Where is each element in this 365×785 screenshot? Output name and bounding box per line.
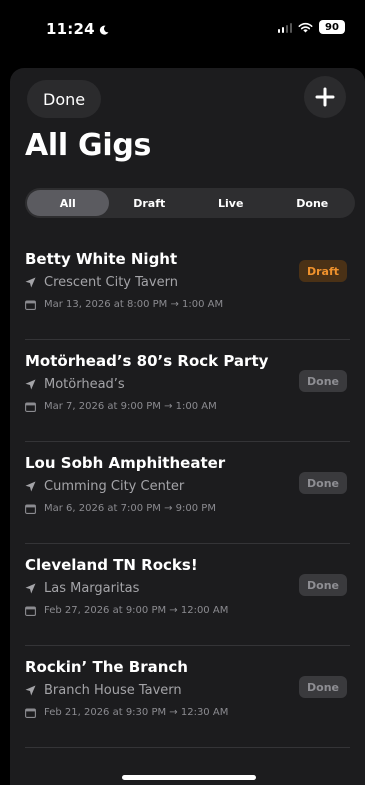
status-badge-label: Done [307, 476, 339, 490]
location-arrow-icon [25, 277, 36, 288]
gig-venue-label: Crescent City Tavern [44, 275, 178, 290]
plus-icon [315, 87, 335, 107]
gig-name: Lou Sobh Amphitheater [25, 454, 226, 472]
gig-name: Betty White Night [25, 250, 178, 268]
status-badge-label: Done [307, 578, 339, 592]
status-badge: Done [299, 472, 347, 494]
filter-label: Done [296, 196, 329, 210]
filter-live[interactable]: Live [190, 190, 272, 216]
calendar-icon [25, 707, 36, 718]
gig-date: Feb 21, 2026 at 9:30 PM → 12:30 AM [25, 707, 228, 718]
gig-name: Motörhead’s 80’s Rock Party [25, 352, 269, 370]
calendar-icon [25, 401, 36, 412]
cellular-signal-icon [277, 22, 292, 33]
filter-all[interactable]: All [27, 190, 109, 216]
location-arrow-icon [25, 583, 36, 594]
status-badge: Draft [298, 260, 347, 282]
gig-venue-label: Motörhead’s [44, 377, 125, 392]
calendar-icon [25, 503, 36, 514]
gig-date-label: Mar 13, 2026 at 8:00 PM → 1:00 AM [44, 299, 224, 310]
gig-date-label: Mar 6, 2026 at 7:00 PM → 9:00 PM [44, 503, 216, 514]
page-title: All Gigs [25, 128, 152, 163]
gig-date-label: Mar 7, 2026 at 9:00 PM → 1:00 AM [44, 401, 217, 412]
status-badge: Done [299, 676, 347, 698]
location-arrow-icon [25, 481, 36, 492]
calendar-icon [25, 299, 36, 310]
status-badge-label: Draft [306, 264, 339, 278]
gig-name: Cleveland TN Rocks! [25, 556, 198, 574]
gig-venue-label: Cumming City Center [44, 479, 185, 494]
gig-venue-label: Branch House Tavern [44, 683, 182, 698]
status-filter: All Draft Live Done [25, 188, 355, 218]
wifi-icon [298, 22, 313, 32]
filter-label: Live [218, 196, 244, 210]
home-indicator[interactable] [122, 775, 256, 780]
status-time: 11:24 [46, 20, 109, 38]
gig-venue: Las Margaritas [25, 581, 139, 596]
gig-name: Rockin’ The Branch [25, 658, 188, 676]
gig-row[interactable]: Lou Sobh Amphitheater Cumming City Cente… [10, 442, 365, 544]
gig-venue: Cumming City Center [25, 479, 184, 494]
location-arrow-icon [25, 379, 36, 390]
gig-date-label: Feb 21, 2026 at 9:30 PM → 12:30 AM [44, 707, 229, 718]
moon-icon [99, 25, 109, 35]
gig-row[interactable]: Rockin’ The Branch Branch House Tavern F… [10, 646, 365, 748]
gig-venue: Motörhead’s [25, 377, 125, 392]
gig-date: Mar 7, 2026 at 9:00 PM → 1:00 AM [25, 401, 217, 412]
filter-draft[interactable]: Draft [109, 190, 191, 216]
gig-date-label: Feb 27, 2026 at 9:00 PM → 12:00 AM [44, 605, 229, 616]
gig-row[interactable]: Cleveland TN Rocks! Las Margaritas Feb 2… [10, 544, 365, 646]
gig-list: Betty White Night Crescent City Tavern M… [10, 238, 365, 748]
gig-row[interactable]: Motörhead’s 80’s Rock Party Motörhead’s … [10, 340, 365, 442]
done-button-label: Done [43, 89, 86, 109]
battery-icon: 90 [319, 20, 345, 34]
gig-date: Feb 27, 2026 at 9:00 PM → 12:00 AM [25, 605, 228, 616]
status-badge-label: Done [307, 680, 339, 694]
filter-label: All [59, 196, 76, 210]
add-gig-button[interactable] [304, 76, 346, 118]
calendar-icon [25, 605, 36, 616]
status-indicators: 90 [277, 20, 345, 34]
filter-label: Draft [133, 196, 166, 210]
filter-done[interactable]: Done [272, 190, 354, 216]
status-badge-label: Done [307, 374, 339, 388]
battery-level: 90 [325, 21, 339, 33]
status-bar: 11:24 90 [0, 0, 365, 60]
location-arrow-icon [25, 685, 36, 696]
gig-date: Mar 6, 2026 at 7:00 PM → 9:00 PM [25, 503, 216, 514]
gig-venue: Branch House Tavern [25, 683, 182, 698]
gig-venue-label: Las Margaritas [44, 581, 140, 596]
done-button[interactable]: Done [27, 80, 102, 118]
gig-date: Mar 13, 2026 at 8:00 PM → 1:00 AM [25, 299, 223, 310]
status-badge: Done [299, 574, 347, 596]
gigs-sheet: Done All Gigs All Draft Live Done Betty … [10, 68, 365, 785]
status-badge: Done [299, 370, 347, 392]
gig-row[interactable]: Betty White Night Crescent City Tavern M… [10, 238, 365, 340]
gig-venue: Crescent City Tavern [25, 275, 178, 290]
clock-text: 11:24 [46, 20, 95, 38]
